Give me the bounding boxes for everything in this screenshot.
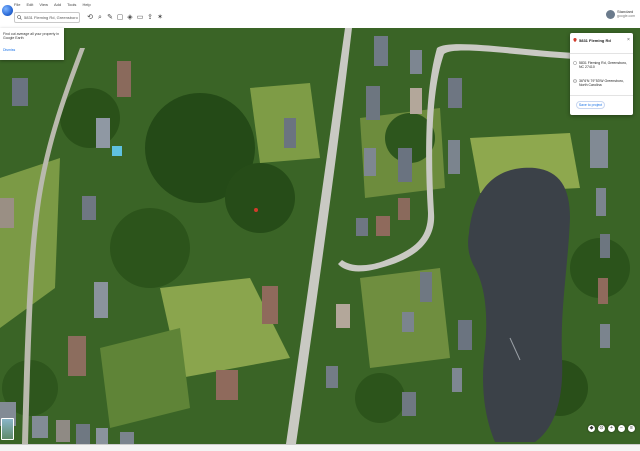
- tilt-icon[interactable]: ⊙: [598, 425, 605, 432]
- save-to-project-button[interactable]: Save to project: [576, 101, 605, 109]
- layers-icon[interactable]: ≡: [628, 425, 635, 432]
- draw-icon[interactable]: ✎: [106, 13, 114, 21]
- search-icon: [17, 15, 22, 20]
- globe-icon: [573, 79, 577, 83]
- map-imagery[interactable]: [0, 28, 640, 444]
- divider: [570, 95, 633, 96]
- google-earth-logo: [2, 5, 13, 16]
- zoom-in-icon[interactable]: +: [608, 425, 615, 432]
- search-value: 5831 Fleming Rd, Greensboro: [24, 15, 78, 20]
- dismiss-button[interactable]: Dismiss: [3, 48, 15, 52]
- place-title: 5831 Fleming Rd: [579, 38, 611, 43]
- close-icon[interactable]: ×: [627, 37, 630, 43]
- menu-view[interactable]: View: [39, 2, 48, 7]
- avatar[interactable]: [606, 10, 615, 19]
- share-icon[interactable]: ⇪: [146, 13, 154, 21]
- location-pin-icon: [573, 38, 577, 42]
- folder-icon[interactable]: ▭: [136, 13, 144, 21]
- place-coordinates: 36°6′N 79°53′W Greensboro, North Carolin…: [579, 79, 624, 87]
- menu-help[interactable]: Help: [82, 2, 90, 7]
- zoom-icon[interactable]: ⌕: [96, 13, 104, 21]
- search-input[interactable]: 5831 Fleming Rd, Greensboro: [14, 12, 80, 23]
- promo-text: Find out average all your property in Go…: [3, 32, 60, 40]
- menu-file[interactable]: File: [14, 2, 20, 7]
- divider: [570, 53, 633, 54]
- layers-thumbnail[interactable]: [1, 418, 14, 440]
- location-pin-icon[interactable]: [254, 208, 258, 212]
- image-icon[interactable]: ▢: [116, 13, 124, 21]
- menu-add[interactable]: Add: [54, 2, 61, 7]
- measure-icon[interactable]: ⟲: [86, 13, 94, 21]
- zoom-out-icon[interactable]: −: [618, 425, 625, 432]
- promo-banner: Find out average all your property in Go…: [0, 28, 64, 60]
- 3d-icon[interactable]: ◈: [126, 13, 134, 21]
- menu-edit[interactable]: Edit: [26, 2, 33, 7]
- satellite-map[interactable]: [0, 28, 640, 444]
- place-address: 5831 Fleming Rd, Greensboro, NC 27410: [579, 61, 628, 69]
- menu-bar: File Edit View Add Tools Help: [0, 0, 640, 8]
- menu-tools[interactable]: Tools: [67, 2, 76, 7]
- settings-icon[interactable]: ✶: [156, 13, 164, 21]
- user-email: google.com: [617, 14, 636, 18]
- compass-icon[interactable]: ◆: [588, 425, 595, 432]
- address-icon: [573, 61, 577, 65]
- place-card: 5831 Fleming Rd × 5831 Fleming Rd, Green…: [570, 33, 633, 115]
